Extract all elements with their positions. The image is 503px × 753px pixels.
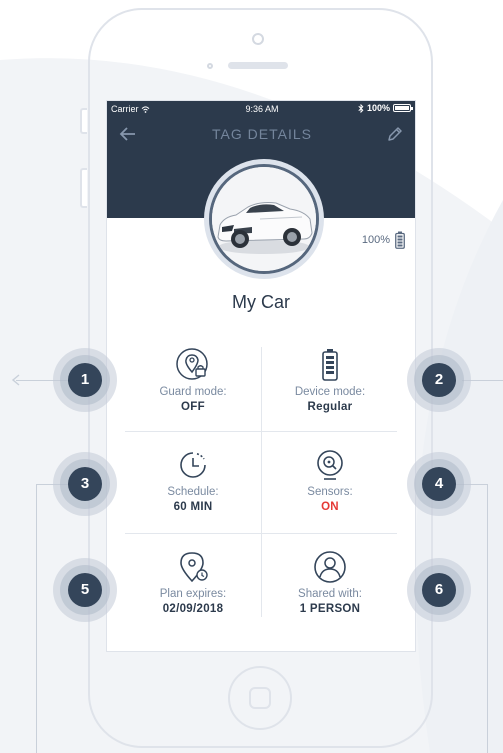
phone-volume-button	[80, 168, 87, 208]
guard-mode-label: Guard mode:	[159, 386, 227, 398]
tag-name: My Car	[232, 292, 290, 312]
battery-icon	[322, 349, 338, 381]
search-location-icon	[317, 450, 343, 480]
callout-badge-2: 2	[407, 348, 471, 412]
tag-battery-icon	[395, 231, 405, 249]
shared-with-cell[interactable]: Shared with: 1 PERSON	[262, 549, 398, 615]
grid-divider	[125, 533, 397, 534]
sensors-cell[interactable]: Sensors: ON	[262, 447, 398, 513]
sensors-label: Sensors:	[307, 486, 353, 498]
location-pin-icon	[180, 552, 208, 583]
shared-with-label: Shared with:	[298, 588, 362, 600]
location-lock-icon	[176, 348, 208, 380]
status-bar: Carrier 9:36 AM 100%	[107, 101, 415, 117]
schedule-cell[interactable]: Schedule: 60 MIN	[125, 447, 261, 513]
tag-avatar[interactable]	[204, 159, 324, 279]
schedule-value: 60 MIN	[173, 501, 213, 513]
car-image	[212, 167, 316, 271]
battery-icon	[393, 104, 413, 112]
device-mode-cell[interactable]: Device mode: Regular	[262, 347, 398, 413]
connector-line	[36, 484, 37, 753]
connector-line	[487, 484, 488, 753]
nav-bar: TAG DETAILS	[107, 123, 415, 147]
callout-badge-3: 3	[53, 452, 117, 516]
schedule-label: Schedule:	[167, 486, 219, 498]
guard-mode-cell[interactable]: Guard mode: OFF	[125, 347, 261, 413]
callout-badge-5: 5	[53, 558, 117, 622]
details-grid: Guard mode: OFF Device mode: Regular Sch…	[125, 347, 401, 637]
edit-pencil-icon[interactable]	[385, 124, 405, 144]
callout-badge-4: 4	[407, 452, 471, 516]
phone-sensor	[207, 63, 213, 69]
bluetooth-icon	[358, 103, 364, 113]
left-arrow-icon	[11, 374, 20, 386]
page-title: TAG DETAILS	[212, 126, 312, 142]
grid-divider	[125, 431, 397, 432]
tag-battery-label: 100%	[361, 234, 390, 246]
clock-icon	[180, 452, 206, 478]
status-right: 100%	[358, 103, 413, 113]
app-screen: Carrier 9:36 AM 100% TAG DETAILS 100% My…	[106, 100, 416, 652]
shared-with-value: 1 PERSON	[299, 603, 361, 615]
sensors-value: ON	[321, 501, 339, 513]
home-button[interactable]	[228, 666, 292, 730]
plan-expires-value: 02/09/2018	[162, 603, 224, 615]
plan-expires-cell[interactable]: Plan expires: 02/09/2018	[125, 549, 261, 615]
phone-side-button	[80, 108, 87, 134]
plan-expires-label: Plan expires:	[159, 588, 227, 600]
guard-mode-value: OFF	[181, 401, 205, 413]
phone-speaker	[228, 62, 288, 69]
user-icon	[314, 551, 346, 583]
phone-camera	[252, 33, 264, 45]
device-mode-value: Regular	[307, 401, 353, 413]
battery-percent: 100%	[366, 103, 390, 113]
callout-badge-1: 1	[53, 348, 117, 412]
device-mode-label: Device mode:	[294, 386, 366, 398]
tag-battery-level: 100%	[362, 231, 405, 249]
callout-badge-6: 6	[407, 558, 471, 622]
